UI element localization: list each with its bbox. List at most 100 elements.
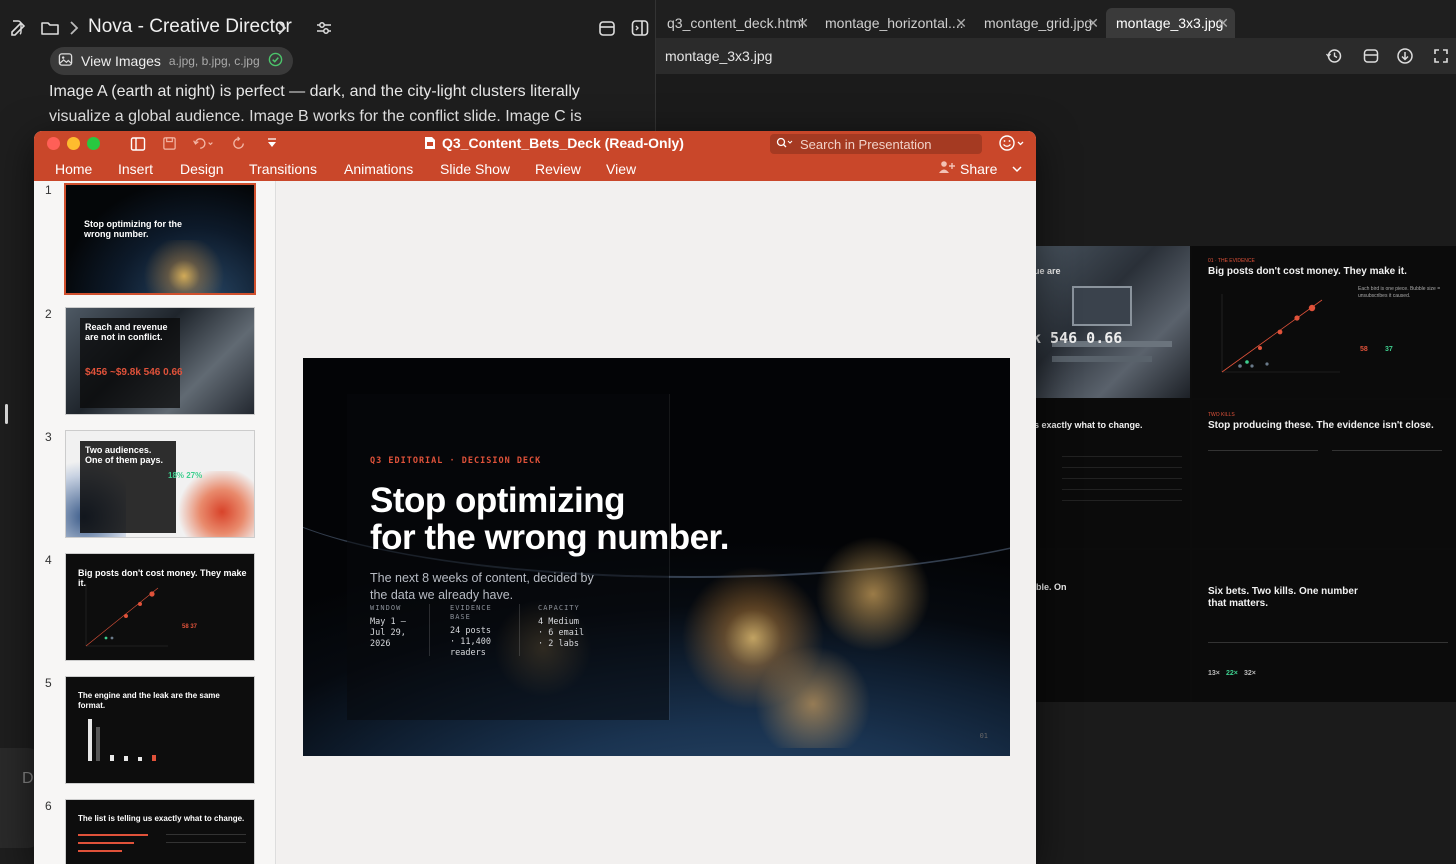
ppt-title-text: Q3_Content_Bets_Deck (Read-Only) xyxy=(442,135,684,151)
customize-toolbar-icon[interactable] xyxy=(266,136,278,155)
archive-icon[interactable] xyxy=(596,17,618,39)
evidence-label-line: BASE xyxy=(450,613,471,621)
share-button[interactable]: Share xyxy=(938,160,1023,177)
montage-c2-num-1: 58 xyxy=(1360,346,1368,353)
montage-cell-bigposts: 01 · THE EVIDENCE Big posts don't cost m… xyxy=(1192,246,1456,398)
redo-icon[interactable] xyxy=(232,136,247,156)
tab-montage-3x3[interactable]: montage_3x3.jpg ✕ xyxy=(1106,8,1235,38)
slide-thumbnail-5[interactable]: The engine and the leak are the same for… xyxy=(65,676,255,784)
tab-montage-horizontal[interactable]: montage_horizontal.... ✕ xyxy=(815,8,973,38)
resize-handle[interactable] xyxy=(5,404,8,424)
window-value-line: Jul 29, xyxy=(370,628,406,638)
montage-cell-list: s exactly what to change. xyxy=(1032,400,1190,548)
panel-toggle-icon[interactable] xyxy=(629,17,651,39)
download-icon[interactable] xyxy=(1395,46,1415,66)
ppt-document-title: Q3_Content_Bets_Deck (Read-Only) xyxy=(424,135,684,151)
close-icon[interactable]: ✕ xyxy=(797,15,809,32)
share-label: Share xyxy=(960,160,998,177)
window-value: May 1 – Jul 29, 2026 xyxy=(370,617,406,650)
capacity-label: CAPACITY xyxy=(538,604,580,612)
document-icon xyxy=(425,137,435,149)
window-value-line: 2026 xyxy=(370,639,391,649)
undo-icon[interactable] xyxy=(191,136,215,156)
chip-label: View Images xyxy=(81,53,161,69)
ribbon-tab-design[interactable]: Design xyxy=(180,161,224,177)
slide-thumbnail-6[interactable]: The list is telling us exactly what to c… xyxy=(65,799,255,864)
ribbon-tab-slide-show[interactable]: Slide Show xyxy=(440,161,510,177)
montage-c6-num-2: 22× xyxy=(1226,670,1238,677)
slide-thumbnail-2[interactable]: Reach and revenue are not in conflict. $… xyxy=(65,307,255,415)
thumbnail-numbers: 18% 27% xyxy=(168,471,203,480)
evidence-value-line: · 11,400 xyxy=(450,637,491,647)
evidence-label: EVIDENCE BASE xyxy=(450,604,492,622)
montage-image: ue are k 546 0.66 01 · THE EVIDENCE Big … xyxy=(1032,246,1456,702)
tab-montage-grid[interactable]: montage_grid.jpg ✕ xyxy=(974,8,1105,38)
search-icon xyxy=(776,137,794,152)
sliders-icon[interactable] xyxy=(313,17,335,39)
sidebar-icon[interactable] xyxy=(130,136,146,157)
slide-number: 3 xyxy=(45,430,52,444)
city-lights xyxy=(663,528,963,748)
slide-thumbnail-3[interactable]: Two audiences. One of them pays. 18% 27% xyxy=(65,430,255,538)
capacity-value: 4 Medium · 6 email · 2 labs xyxy=(538,617,584,650)
ppt-search-field[interactable]: Search in Presentation xyxy=(770,134,982,154)
montage-c1-title: ue are xyxy=(1034,266,1061,276)
save-icon[interactable] xyxy=(162,136,177,156)
close-window-button[interactable] xyxy=(47,137,60,150)
slide-thumbnail-1[interactable]: Stop optimizing for the wrong number. xyxy=(64,183,256,295)
ribbon-tab-home[interactable]: Home xyxy=(55,161,92,177)
slide-subtitle: The next 8 weeks of content, decided by … xyxy=(370,571,594,602)
slide-page-number: 01 xyxy=(979,732,988,740)
ribbon-tab-insert[interactable]: Insert xyxy=(118,161,153,177)
feedback-smiley-icon[interactable] xyxy=(998,134,1026,157)
montage-c6-title: Six bets. Two kills. One number that mat… xyxy=(1208,586,1358,609)
folder-icon[interactable] xyxy=(39,17,61,39)
chevron-right-icon[interactable] xyxy=(271,17,293,39)
archive-icon[interactable] xyxy=(1361,46,1381,66)
thumbnail-scatter xyxy=(85,584,168,647)
montage-cell-stop: TWO KILLS Stop producing these. The evid… xyxy=(1192,400,1456,548)
slide-thumbnails-pane: 1 Stop optimizing for the wrong number. … xyxy=(34,181,276,864)
slide-title-line-1: Stop optimizing xyxy=(370,481,625,520)
chat-title[interactable]: Nova - Creative Director xyxy=(88,16,292,38)
zoom-window-button[interactable] xyxy=(87,137,100,150)
thumbnail-title: Reach and revenue are not in conflict. xyxy=(85,322,168,342)
history-icon[interactable] xyxy=(1324,46,1344,66)
ribbon-tab-animations[interactable]: Animations xyxy=(344,161,413,177)
search-placeholder: Search in Presentation xyxy=(800,136,932,152)
montage-cell-on: ble. On xyxy=(1032,550,1190,702)
thumbnail-title: Two audiences. One of them pays. xyxy=(85,445,164,465)
check-circle-icon xyxy=(268,52,283,70)
slide-number: 4 xyxy=(45,553,52,567)
close-icon[interactable]: ✕ xyxy=(955,15,967,32)
compose-icon[interactable] xyxy=(7,17,29,39)
evidence-label-line: EVIDENCE xyxy=(450,604,492,612)
thumbnail-numbers: $456 ~$9.8k 546 0.66 xyxy=(85,367,183,378)
view-images-chip[interactable]: View Images a.jpg, b.jpg, c.jpg xyxy=(50,47,293,75)
ribbon-tab-review[interactable]: Review xyxy=(535,161,581,177)
main-slide[interactable]: Q3 EDITORIAL · DECISION DECK Stop optimi… xyxy=(303,358,1010,756)
montage-c4-title: Stop producing these. The evidence isn't… xyxy=(1208,420,1434,431)
slide-number: 6 xyxy=(45,799,52,813)
capacity-value-line: · 6 email xyxy=(538,628,585,638)
tab-bar: q3_content_deck.html ✕ montage_horizontal… xyxy=(656,0,1456,38)
tab-q3-content-deck[interactable]: q3_content_deck.html ✕ xyxy=(657,8,815,38)
montage-c1-nums: k 546 0.66 xyxy=(1032,329,1123,347)
slide-number: 2 xyxy=(45,307,52,321)
montage-c6-num-3: 32× xyxy=(1244,670,1256,677)
close-icon[interactable]: ✕ xyxy=(1087,15,1099,32)
montage-cell-sixbets: Six bets. Two kills. One number that mat… xyxy=(1192,550,1456,702)
ppt-titlebar: Q3_Content_Bets_Deck (Read-Only) Search … xyxy=(34,131,1036,157)
tab-label: q3_content_deck.html xyxy=(667,15,804,31)
evidence-value: 24 posts · 11,400 readers xyxy=(450,626,491,659)
montage-c5-title: ble. On xyxy=(1036,582,1067,592)
minimize-window-button[interactable] xyxy=(67,137,80,150)
slide-thumbnail-4[interactable]: Big posts don't cost money. They make it… xyxy=(65,553,255,661)
ribbon-tab-transitions[interactable]: Transitions xyxy=(249,161,317,177)
ribbon-tab-view[interactable]: View xyxy=(606,161,636,177)
thumbnail-title: The engine and the leak are the same for… xyxy=(78,691,220,710)
close-icon[interactable]: ✕ xyxy=(1217,15,1229,32)
chevron-down-icon xyxy=(1011,161,1023,177)
fullscreen-icon[interactable] xyxy=(1431,46,1451,66)
evidence-value-line: 24 posts xyxy=(450,626,491,636)
